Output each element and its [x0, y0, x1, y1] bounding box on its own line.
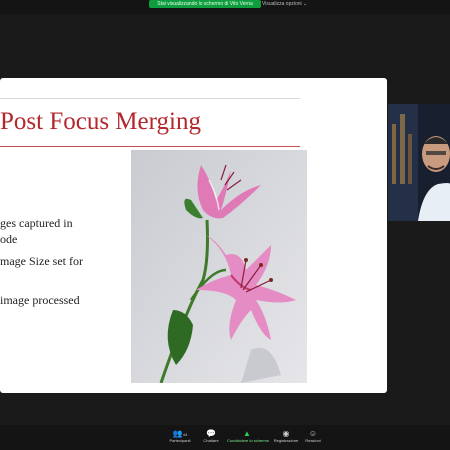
slide-bullet-2: ode [0, 232, 18, 246]
reactions-icon: ☺ [308, 429, 318, 438]
share-screen-label: Condividere lo schermo [227, 438, 270, 443]
shared-slide: Post Focus Merging ges captured in ode m… [0, 78, 387, 393]
slide-bullet-4: image processed [0, 293, 80, 307]
share-screen-icon: ▲ [243, 429, 251, 438]
reactions-label: Reazioni [305, 438, 321, 443]
slide-top-rule [0, 98, 300, 99]
meeting-stage: Post Focus Merging ges captured in ode m… [0, 14, 450, 425]
top-bar: Stai visualizzando lo schermo di Vito Ve… [0, 0, 450, 14]
screen-share-banner[interactable]: Stai visualizzando lo schermo di Vito Ve… [149, 0, 261, 8]
meeting-toolbar: 👥44 Partecipanti 💬 Chattare ▲ Condivider… [0, 425, 450, 450]
lily-photo [131, 150, 307, 383]
slide-bullet-3: mage Size set for [0, 254, 83, 268]
chat-label: Chattare [203, 438, 219, 443]
slide-bullet-1: ges captured in [0, 216, 73, 230]
reactions-button[interactable]: ☺ Reazioni [293, 429, 333, 444]
participant-video[interactable] [388, 104, 450, 221]
view-options-label: Visualizza opzioni [262, 1, 302, 7]
participant-video-frame [388, 104, 450, 221]
chat-icon: 💬 [206, 429, 216, 438]
chevron-down-icon: ⌄ [303, 1, 308, 7]
slide-title-rule [0, 146, 300, 147]
share-screen-button[interactable]: ▲ Condividere lo schermo [227, 429, 270, 444]
participants-count: 44 [182, 432, 188, 437]
slide-title: Post Focus Merging [0, 108, 201, 135]
view-options-button[interactable]: Visualizza opzioni ⌄ [262, 0, 307, 8]
chat-button[interactable]: 💬 Chattare [191, 429, 231, 444]
